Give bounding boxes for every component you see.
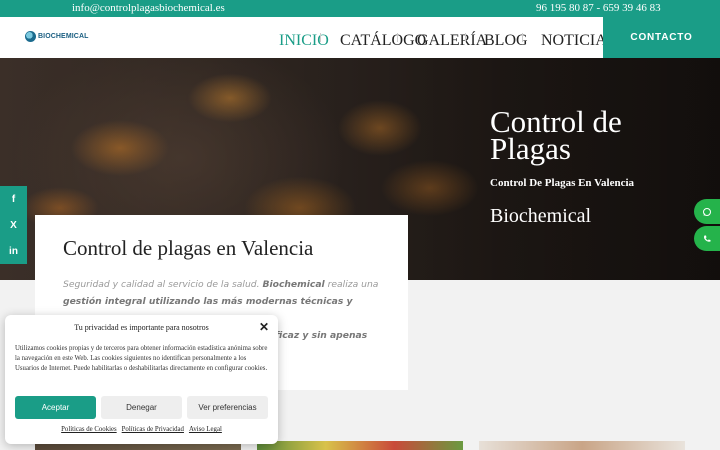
cookie-preferences-button[interactable]: Ver preferencias [187, 396, 268, 419]
x-icon: X [10, 219, 17, 231]
logo[interactable]: BIOCHEMICAL [25, 31, 89, 42]
cookie-policy-links: Políticas de Cookies Políticas de Privac… [5, 426, 278, 433]
nav-item-inicio[interactable]: INICIO [279, 32, 329, 50]
phone-button[interactable] [694, 226, 720, 251]
nav-separator [522, 33, 523, 42]
gallery-image[interactable] [257, 441, 463, 450]
cookie-consent-dialog: Tu privacidad es importante para nosotro… [5, 315, 278, 444]
facebook-share-button[interactable]: f [0, 186, 27, 212]
gallery-image[interactable] [479, 441, 685, 450]
intro-text-part: Seguridad y calidad al servicio de la sa… [63, 279, 263, 290]
section-title: Control de plagas en Valencia [63, 236, 314, 260]
nav-separator [320, 33, 321, 42]
logo-text: BIOCHEMICAL [38, 33, 89, 40]
twitter-share-button[interactable]: X [0, 212, 27, 238]
site-header: BIOCHEMICAL INICIO CATÁLOGO GALERÍA BLOG… [0, 17, 720, 58]
close-icon[interactable]: ✕ [258, 321, 270, 333]
facebook-icon: f [11, 193, 16, 205]
intro-text-part: realiza una [324, 279, 379, 290]
legal-notice-link[interactable]: Aviso Legal [189, 426, 222, 433]
whatsapp-button[interactable] [694, 199, 720, 224]
linkedin-icon: in [9, 245, 18, 257]
intro-brand: Biochemical [262, 279, 325, 290]
logo-mark-icon [25, 31, 36, 42]
email-link[interactable]: info@controlplagasbiochemical.es [72, 2, 225, 14]
whatsapp-icon [703, 207, 711, 216]
hero-subtitle: Control De Plagas En Valencia [490, 177, 635, 189]
linkedin-share-button[interactable]: in [0, 238, 27, 264]
accept-cookies-button[interactable]: Aceptar [15, 396, 96, 419]
hero-brand: Biochemical [490, 205, 592, 227]
deny-cookies-button[interactable]: Denegar [101, 396, 182, 419]
nav-item-galeria[interactable]: GALERÍA [417, 32, 487, 50]
hero-title: Control de Plagas [490, 104, 622, 166]
cookie-message: Utilizamos cookies propias y de terceros… [15, 345, 268, 372]
cookie-policy-link[interactable]: Políticas de Cookies [61, 426, 117, 433]
nav-separator [465, 33, 466, 42]
nav-separator [397, 33, 398, 42]
phone-numbers[interactable]: 96 195 80 87 - 659 39 46 83 [536, 2, 661, 14]
cookie-title: Tu privacidad es importante para nosotro… [74, 323, 209, 332]
nav-item-catalogo[interactable]: CATÁLOGO [340, 32, 426, 50]
contact-button[interactable]: CONTACTO [603, 17, 720, 58]
privacy-policy-link[interactable]: Políticas de Privacidad [122, 426, 184, 433]
phone-icon [704, 235, 711, 242]
top-bar: info@controlplagasbiochemical.es 96 195 … [0, 0, 720, 17]
intro-text-tail: ficaz y sin apenas [275, 330, 368, 341]
